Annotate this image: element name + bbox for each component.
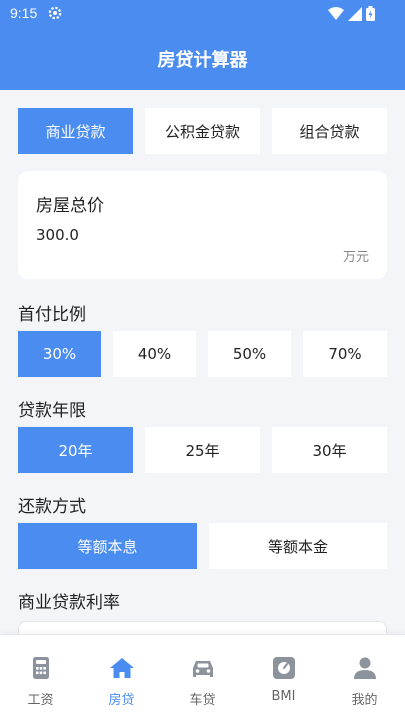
house-price-input[interactable]	[36, 226, 286, 244]
wifi-icon	[328, 6, 344, 20]
calculator-icon	[33, 657, 49, 679]
status-icons	[328, 6, 375, 21]
term-option-20[interactable]: 20年	[18, 427, 133, 473]
repayment-equal-principal[interactable]: 等额本金	[209, 523, 387, 569]
gear-icon	[48, 6, 62, 20]
nav-label-mortgage: 房贷	[108, 693, 135, 708]
down-payment-title: 首付比例	[18, 305, 86, 325]
tab-combined-loan[interactable]: 组合贷款	[272, 108, 387, 154]
tab-provident-loan[interactable]: 公积金贷款	[145, 108, 260, 154]
person-icon	[354, 657, 376, 679]
nav-item-bmi[interactable]: BMI	[243, 635, 324, 720]
nav-label-car-loan: 车贷	[189, 693, 216, 708]
commercial-rate-title: 商业贷款利率	[18, 593, 120, 613]
term-option-25[interactable]: 25年	[145, 427, 260, 473]
scale-icon	[273, 657, 295, 679]
nav-item-profile[interactable]: 我的	[324, 635, 405, 720]
nav-item-salary[interactable]: 工资	[0, 635, 81, 720]
bottom-nav: 工资 房贷 车贷 BMI 我的	[0, 634, 405, 720]
term-option-30[interactable]: 30年	[272, 427, 387, 473]
house-price-unit: 万元	[342, 250, 369, 265]
nav-label-bmi: BMI	[271, 689, 296, 704]
app-header: 9:15 房贷计算器	[0, 0, 405, 90]
tab-commercial-loan[interactable]: 商业贷款	[18, 108, 133, 154]
car-icon	[193, 661, 213, 677]
nav-label-salary: 工资	[27, 693, 54, 708]
house-price-label: 房屋总价	[36, 196, 104, 216]
nav-label-profile: 我的	[351, 693, 378, 708]
status-bar: 9:15	[0, 0, 405, 28]
repayment-equal-installment[interactable]: 等额本息	[18, 523, 197, 569]
signal-icon	[348, 6, 362, 21]
repayment-method-title: 还款方式	[18, 497, 86, 517]
down-payment-option-40[interactable]: 40%	[113, 331, 196, 377]
nav-item-mortgage[interactable]: 房贷	[81, 635, 162, 720]
house-icon	[110, 658, 134, 678]
nav-item-car-loan[interactable]: 车贷	[162, 635, 243, 720]
down-payment-option-70[interactable]: 70%	[303, 331, 387, 377]
down-payment-option-50[interactable]: 50%	[208, 331, 291, 377]
loan-term-title: 贷款年限	[18, 401, 86, 421]
page-title: 房贷计算器	[157, 50, 248, 71]
house-price-card: 房屋总价 万元	[18, 171, 387, 279]
battery-icon	[366, 6, 375, 21]
down-payment-option-30[interactable]: 30%	[18, 331, 101, 377]
status-time: 9:15	[10, 5, 38, 21]
